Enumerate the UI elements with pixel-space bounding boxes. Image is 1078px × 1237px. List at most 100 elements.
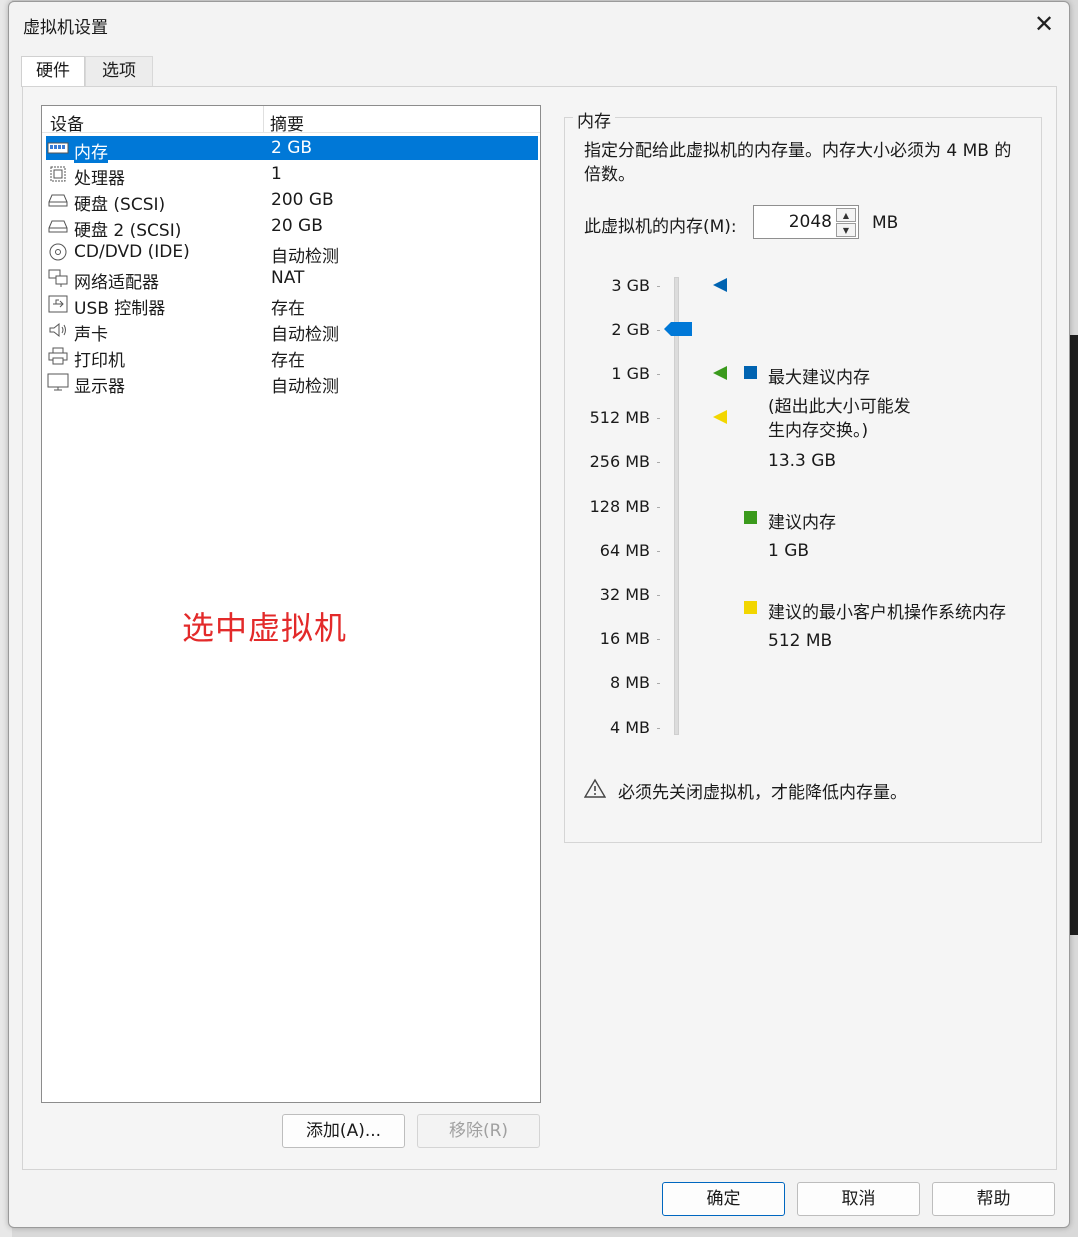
memory-unit: MB — [872, 213, 899, 233]
chevron-down-icon: ▼ — [842, 226, 850, 235]
device-name: USB 控制器 — [74, 299, 166, 319]
memory-value-input[interactable]: 2048 — [789, 212, 832, 232]
hard-disk-icon — [48, 194, 68, 207]
display-icon — [47, 373, 69, 391]
tick-mark — [657, 551, 660, 552]
scale-tick: 32 MB — [599, 585, 650, 604]
scale-tick: 3 GB — [611, 276, 650, 295]
device-row-usb-controller[interactable]: USB 控制器 存在 — [46, 292, 538, 319]
device-name: 硬盘 2 (SCSI) — [74, 221, 182, 241]
close-icon: ✕ — [1033, 10, 1055, 38]
cancel-button[interactable]: 取消 — [797, 1182, 920, 1216]
tick-mark — [657, 639, 660, 640]
device-list-header: 设备 摘要 — [42, 106, 540, 135]
tab-options[interactable]: 选项 — [85, 56, 153, 87]
device-list[interactable]: 设备 摘要 内存 2 GB 处理器 1 硬盘 (SCSI) 200 GB 硬盘 … — [41, 105, 541, 1103]
tick-mark — [657, 418, 660, 419]
tick-mark — [657, 330, 660, 331]
tick-mark — [657, 507, 660, 508]
tick-mark — [657, 595, 660, 596]
memory-field-label: 此虚拟机的内存(M): — [584, 217, 737, 237]
recommended-swatch — [744, 511, 757, 524]
device-row-processor[interactable]: 处理器 1 — [46, 162, 538, 189]
help-button[interactable]: 帮助 — [932, 1182, 1055, 1216]
device-summary: NAT — [271, 268, 305, 288]
spin-down-button[interactable]: ▼ — [836, 223, 856, 237]
tick-mark — [657, 728, 660, 729]
scale-tick: 1 GB — [611, 364, 650, 383]
scale-tick: 4 MB — [609, 718, 650, 737]
recommended-marker — [713, 366, 727, 380]
scale-tick: 2 GB — [611, 320, 650, 339]
chevron-up-icon: ▲ — [842, 211, 850, 220]
memory-description: 指定分配给此虚拟机的内存量。内存大小必须为 4 MB 的倍数。 — [584, 141, 1012, 185]
warning-icon — [584, 778, 606, 798]
device-row-cd-dvd[interactable]: CD/DVD (IDE) 自动检测 — [46, 240, 538, 267]
device-row-hard-disk-2[interactable]: 硬盘 2 (SCSI) 20 GB — [46, 214, 538, 241]
device-name: 声卡 — [74, 325, 108, 345]
min-guest-marker — [713, 410, 727, 424]
device-row-printer[interactable]: 打印机 存在 — [46, 344, 538, 371]
device-summary: 存在 — [271, 299, 305, 319]
device-row-hard-disk[interactable]: 硬盘 (SCSI) 200 GB — [46, 188, 538, 215]
usb-icon — [48, 295, 68, 313]
device-summary: 自动检测 — [271, 377, 339, 397]
column-header-summary[interactable]: 摘要 — [270, 110, 304, 135]
memory-spinbox[interactable]: 2048 ▲ ▼ — [753, 205, 859, 239]
scale-tick: 8 MB — [609, 673, 650, 692]
vm-settings-dialog: 虚拟机设置 ✕ 硬件 选项 设备 摘要 内存 2 GB 处理器 1 硬盘 (SC… — [8, 1, 1070, 1228]
background-window-edge-right — [1070, 335, 1078, 935]
window-title: 虚拟机设置 — [23, 18, 108, 38]
spin-up-button[interactable]: ▲ — [836, 208, 856, 222]
min-guest-swatch — [744, 601, 757, 614]
device-row-memory[interactable]: 内存 2 GB — [46, 136, 538, 163]
network-adapter-icon — [48, 269, 68, 287]
tick-mark — [657, 374, 660, 375]
tick-mark — [657, 683, 660, 684]
device-row-network-adapter[interactable]: 网络适配器 NAT — [46, 266, 538, 293]
device-summary: 1 — [271, 164, 282, 184]
scale-tick: 64 MB — [599, 541, 650, 560]
device-summary: 20 GB — [271, 216, 323, 236]
hardware-panel: 设备 摘要 内存 2 GB 处理器 1 硬盘 (SCSI) 200 GB 硬盘 … — [22, 86, 1057, 1170]
min-guest-value: 512 MB — [768, 631, 833, 651]
remove-device-button[interactable]: 移除(R) — [417, 1114, 540, 1148]
scale-tick: 16 MB — [599, 629, 650, 648]
device-summary: 200 GB — [271, 190, 334, 210]
device-name: 硬盘 (SCSI) — [74, 195, 166, 215]
scale-tick: 256 MB — [589, 452, 650, 471]
cd-dvd-icon — [49, 243, 67, 261]
device-summary: 存在 — [271, 351, 305, 371]
ok-button[interactable]: 确定 — [662, 1182, 785, 1216]
tab-hardware[interactable]: 硬件 — [21, 56, 85, 87]
device-row-sound-card[interactable]: 声卡 自动检测 — [46, 318, 538, 345]
memory-slider-track[interactable] — [674, 277, 679, 735]
max-recommended-label: 最大建议内存 — [768, 368, 870, 388]
printer-icon — [48, 347, 68, 365]
device-name: 内存 — [74, 138, 108, 163]
max-recommended-marker — [713, 278, 727, 292]
memory-slider-thumb[interactable] — [664, 322, 692, 336]
sound-card-icon — [49, 322, 66, 338]
select-vm-annotation: 选中虚拟机 — [182, 609, 348, 647]
recommended-value: 1 GB — [768, 541, 810, 561]
column-header-device[interactable]: 设备 — [50, 110, 84, 135]
min-guest-label: 建议的最小客户机操作系统内存 — [768, 603, 1006, 623]
device-name: 处理器 — [74, 169, 125, 189]
tick-mark — [657, 462, 660, 463]
memory-group-title: 内存 — [573, 107, 615, 132]
memory-icon — [47, 142, 69, 154]
close-button[interactable]: ✕ — [1029, 10, 1059, 38]
recommended-label: 建议内存 — [768, 513, 836, 533]
max-recommended-note: (超出此大小可能发生内存交换。) — [768, 397, 911, 441]
device-row-display[interactable]: 显示器 自动检测 — [46, 370, 538, 397]
processor-icon — [50, 166, 66, 182]
title-bar: 虚拟机设置 ✕ — [9, 2, 1069, 46]
warning-text: 必须先关闭虚拟机，才能降低内存量。 — [618, 783, 907, 803]
max-recommended-swatch — [744, 366, 757, 379]
tick-mark — [657, 286, 660, 287]
add-device-button[interactable]: 添加(A)... — [282, 1114, 405, 1148]
column-divider[interactable] — [263, 106, 264, 132]
device-summary: 自动检测 — [271, 325, 339, 345]
device-name: CD/DVD (IDE) — [74, 242, 190, 262]
